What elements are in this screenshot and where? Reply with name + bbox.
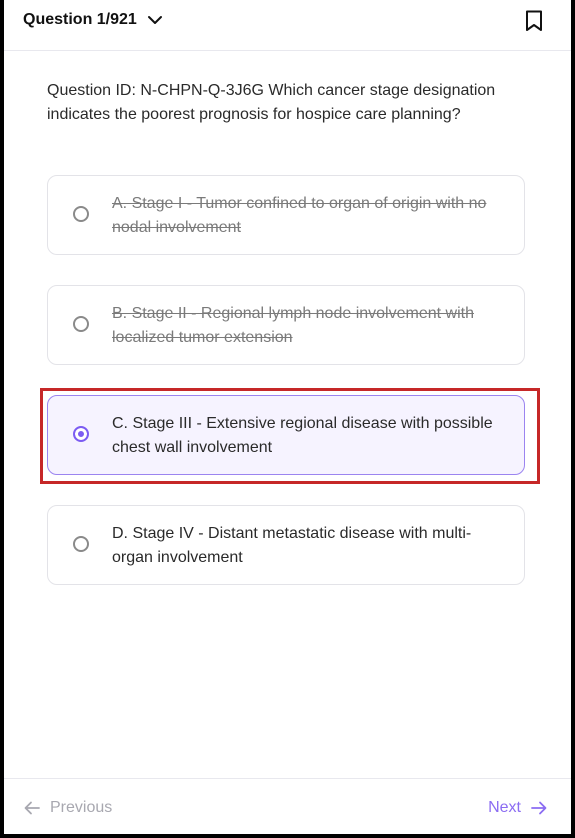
option-label: C. Stage III - Extensive regional diseas… — [112, 415, 493, 456]
radio-button-selected[interactable] — [73, 426, 89, 442]
option-label: D. Stage IV - Distant metastatic disease… — [112, 525, 472, 566]
arrow-left-icon — [24, 801, 40, 815]
radio-button[interactable] — [73, 206, 89, 222]
quiz-panel: Question 1/921 Question ID: N-CHPN-Q-3J6… — [4, 0, 571, 834]
arrow-right-icon — [531, 801, 547, 815]
option-d[interactable]: D. Stage IV - Distant metastatic disease… — [47, 505, 525, 585]
quiz-header: Question 1/921 — [4, 0, 571, 51]
next-label: Next — [488, 799, 521, 816]
option-b[interactable]: B. Stage II - Regional lymph node involv… — [47, 285, 525, 365]
option-c[interactable]: C. Stage III - Extensive regional diseas… — [47, 395, 525, 475]
chevron-down-icon — [147, 16, 162, 24]
previous-label: Previous — [50, 799, 113, 816]
radio-button[interactable] — [73, 316, 89, 332]
radio-button[interactable] — [73, 536, 89, 552]
question-counter: Question 1/921 — [23, 11, 137, 28]
option-a[interactable]: A. Stage I - Tumor confined to organ of … — [47, 175, 525, 255]
quiz-footer: Previous Next — [4, 778, 571, 834]
next-button[interactable]: Next — [488, 799, 547, 817]
option-label: B. Stage II - Regional lymph node involv… — [112, 305, 474, 346]
question-text: Question ID: N-CHPN-Q-3J6G Which cancer … — [47, 82, 496, 123]
option-label: A. Stage I - Tumor confined to organ of … — [112, 195, 487, 236]
previous-button[interactable]: Previous — [24, 799, 112, 817]
bookmark-icon[interactable] — [525, 10, 543, 32]
question-selector[interactable]: Question 1/921 — [23, 11, 163, 29]
